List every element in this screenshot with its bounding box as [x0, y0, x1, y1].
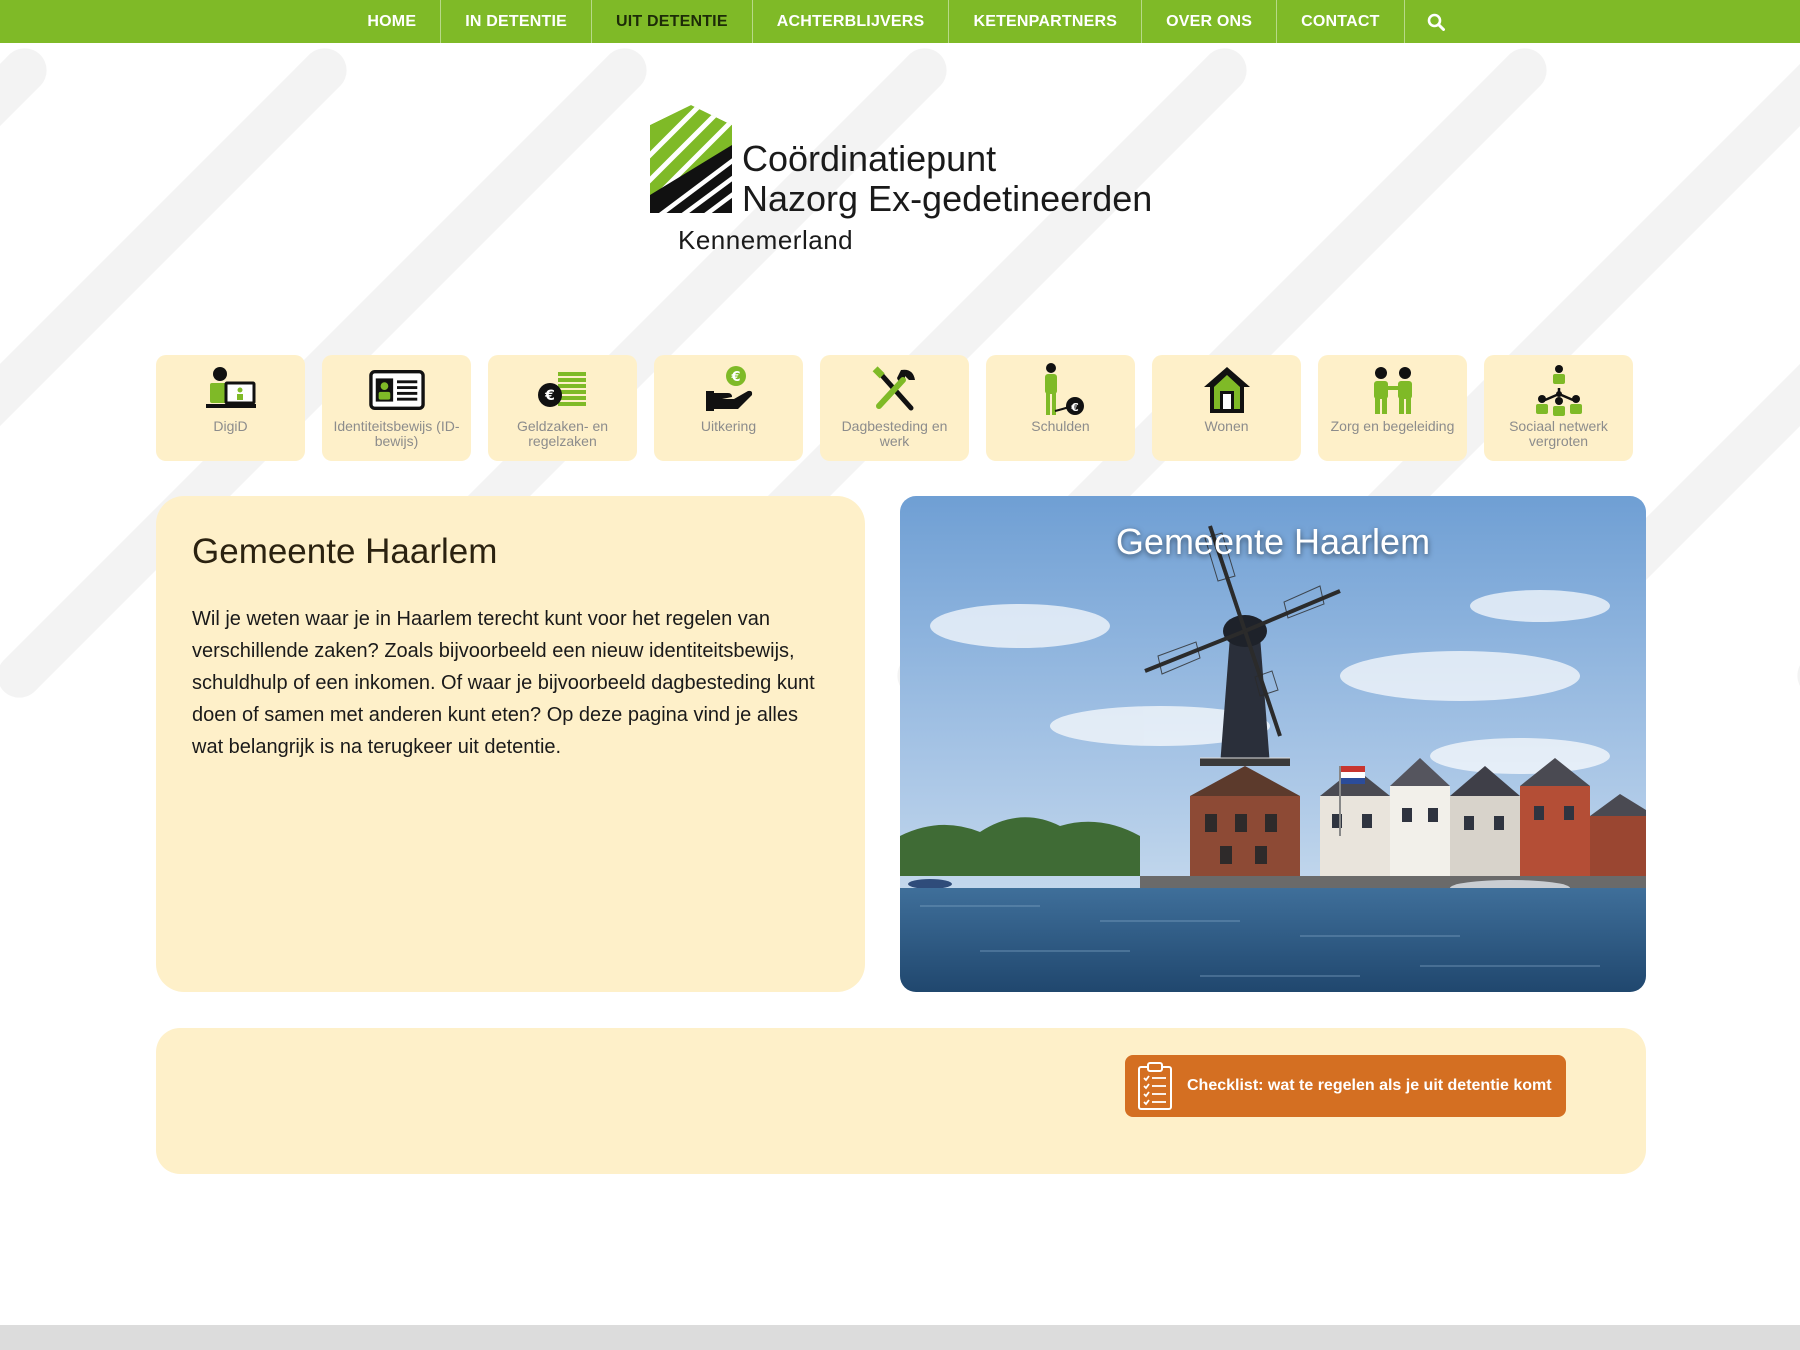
intro-card: Gemeente Haarlem Wil je weten waar je in…: [156, 496, 865, 992]
nav-item-in-detentie[interactable]: IN DETENTIE: [441, 0, 592, 43]
top-navigation: HOME IN DETENTIE UIT DETENTIE ACHTERBLIJ…: [0, 0, 1800, 43]
tile-label: Sociaal netwerk vergroten: [1509, 418, 1608, 449]
page-title: Gemeente Haarlem: [192, 532, 498, 571]
logo-mark-icon: [650, 105, 732, 213]
tile-label: Uitkering: [700, 418, 757, 434]
nav-item-over-ons[interactable]: OVER ONS: [1142, 0, 1278, 43]
nav-item-achterblijvers[interactable]: ACHTERBLIJVERS: [753, 0, 950, 43]
search-button[interactable]: [1405, 0, 1467, 43]
logo-title-line1: Coördinatiepunt: [742, 138, 997, 179]
nav-item-home[interactable]: HOME: [343, 0, 442, 43]
clipboard-checklist-icon: [1138, 1062, 1172, 1110]
digid-computer-icon: [205, 367, 256, 408]
svg-text:€: €: [1070, 401, 1079, 414]
checklist-button[interactable]: Checklist: wat te regelen als je uit det…: [1125, 1055, 1566, 1117]
house-icon: [1203, 367, 1250, 413]
tile-wonen[interactable]: Wonen: [1152, 355, 1301, 461]
tile-identiteitsbewijs[interactable]: Identiteitsbewijs (ID-bewijs): [322, 355, 471, 461]
tile-geldzaken[interactable]: € Geldzaken- en regelzaken: [488, 355, 637, 461]
tools-icon: [872, 366, 915, 411]
nav-item-contact[interactable]: CONTACT: [1277, 0, 1405, 43]
svg-text:€: €: [544, 388, 555, 404]
tile-label: Dagbesteding en werk: [841, 418, 948, 449]
tile-label: Zorg en begeleiding: [1330, 418, 1455, 434]
nav-item-ketenpartners[interactable]: KETENPARTNERS: [949, 0, 1143, 43]
tile-sociaal-netwerk[interactable]: Sociaal netwerk vergroten: [1484, 355, 1633, 461]
tile-label: Schulden: [1031, 418, 1090, 434]
nav-item-uit-detentie[interactable]: UIT DETENTIE: [592, 0, 753, 43]
tile-schulden[interactable]: € Schulden: [986, 355, 1135, 461]
network-icon: [1535, 365, 1582, 416]
tile-label: Wonen: [1204, 418, 1249, 434]
logo-subtitle: Kennemerland: [678, 225, 854, 255]
checklist-button-label: Checklist: wat te regelen als je uit det…: [1187, 1077, 1552, 1094]
tile-label: Geldzaken- en regelzaken: [516, 418, 609, 449]
tile-dagbesteding[interactable]: Dagbesteding en werk: [820, 355, 969, 461]
checklist-card: Checklist: wat te regelen als je uit det…: [156, 1028, 1646, 1174]
hand-euro-icon: €: [705, 366, 752, 411]
tile-uitkering[interactable]: € Uitkering: [654, 355, 803, 461]
intro-text: Wil je weten waar je in Haarlem terecht …: [192, 608, 815, 758]
money-stack-icon: €: [537, 372, 586, 407]
id-card-icon: [368, 369, 425, 411]
windmill-illustration: [900, 496, 1646, 992]
person-debt-icon: €: [1044, 363, 1084, 415]
footer-strip: [0, 1325, 1800, 1350]
tile-digid[interactable]: DigiD: [156, 355, 305, 461]
search-icon: [1427, 13, 1445, 31]
photo-caption-title: Gemeente Haarlem: [1115, 521, 1431, 562]
tile-label: Identiteitsbewijs (ID-bewijs): [333, 418, 460, 449]
svg-text:€: €: [730, 370, 740, 385]
tile-label: DigiD: [213, 418, 248, 434]
logo-title-line2: Nazorg Ex-gedetineerden: [742, 178, 1153, 219]
category-tiles: DigiD Identiteitsbewijs (ID-bewijs) € Ge…: [156, 355, 1648, 461]
site-logo[interactable]: Coördinatiepunt Nazorg Ex-gedetineerden …: [650, 105, 1153, 255]
haarlem-windmill-photo: Gemeente Haarlem: [900, 496, 1646, 992]
tile-zorg-en-begeleiding[interactable]: Zorg en begeleiding: [1318, 355, 1467, 461]
two-people-icon: [1373, 367, 1412, 414]
